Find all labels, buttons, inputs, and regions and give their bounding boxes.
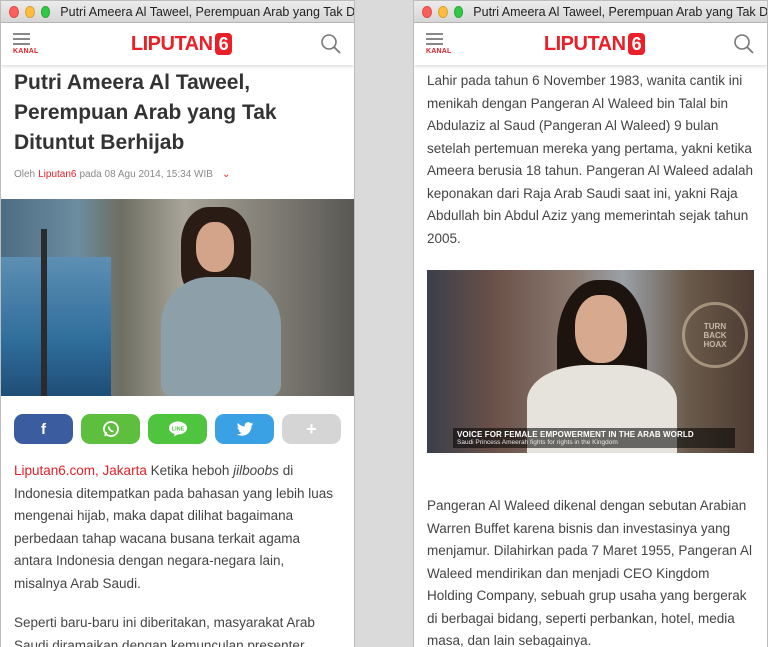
window-titlebar[interactable]: Putri Ameera Al Taweel, Perempuan Arab y…: [414, 1, 767, 23]
article-paragraph-2: Seperti baru-baru ini diberitakan, masya…: [14, 615, 315, 647]
byline-author-link[interactable]: Liputan6: [38, 169, 76, 180]
lead-text-continued: di Indonesia ditempatkan pada bahasan ya…: [14, 463, 333, 591]
liputan6-logo[interactable]: LIPUTAN 6: [130, 32, 233, 56]
logo-text: LIPUTAN: [543, 32, 626, 55]
article-video-still-image: TURN BACK HOAX VOICE FOR FEMALE EMPOWERMEN…: [427, 270, 754, 453]
article-headline: Putri Ameera Al Taweel, Perempuan Arab y…: [14, 71, 277, 154]
right-browser-window: Putri Ameera Al Taweel, Perempuan Arab y…: [413, 0, 768, 647]
logo-number: 6: [627, 33, 646, 55]
article-byline: Oleh Liputan6 pada 08 Agu 2014, 15:34 WI…: [14, 169, 341, 180]
article-paragraph-birth: Lahir pada tahun 6 November 1983, wanita…: [427, 73, 753, 246]
site-header: KANAL LIPUTAN 6: [1, 23, 354, 65]
caption-title: VOICE FOR FEMALE EMPOWERMENT IN THE ARAB…: [457, 430, 694, 439]
logo-number: 6: [214, 33, 233, 55]
minimize-window-button[interactable]: [437, 5, 448, 18]
line-icon: LINE: [168, 421, 187, 437]
chevron-down-icon[interactable]: ⌄: [222, 169, 230, 180]
whatsapp-share-button[interactable]: [81, 414, 140, 444]
lead-text: Ketika heboh: [146, 463, 234, 478]
byline-date: pada 08 Agu 2014, 15:34 WIB: [79, 169, 213, 180]
zoom-window-button[interactable]: [453, 5, 464, 18]
window-titlebar[interactable]: Putri Ameera Al Taweel, Perempuan Arab y…: [1, 1, 354, 23]
liputan6-logo[interactable]: LIPUTAN 6: [543, 32, 646, 56]
hamburger-icon: [426, 33, 443, 48]
dateline-link[interactable]: Liputan6.com, Jakarta: [14, 463, 147, 478]
share-bar: f LINE +: [1, 414, 354, 444]
window-title: Putri Ameera Al Taweel, Perempuan Arab y…: [473, 4, 767, 19]
left-browser-window: Putri Ameera Al Taweel, Perempuan Arab y…: [0, 0, 355, 647]
kanal-menu-button[interactable]: KANAL: [426, 33, 456, 55]
zoom-window-button[interactable]: [40, 5, 51, 18]
article-hero-image: [1, 199, 354, 396]
kanal-label: KANAL: [13, 48, 39, 55]
plus-icon: +: [306, 418, 317, 439]
article-lead-paragraph: Liputan6.com, Jakarta Ketika heboh jilbo…: [14, 460, 341, 595]
search-icon[interactable]: [733, 33, 755, 55]
facebook-icon: f: [41, 420, 46, 438]
close-window-button[interactable]: [9, 5, 19, 18]
close-window-button[interactable]: [422, 5, 432, 18]
facebook-share-button[interactable]: f: [14, 414, 73, 444]
turn-back-hoax-watermark: TURN BACK HOAX: [682, 302, 748, 368]
svg-text:LINE: LINE: [171, 426, 184, 432]
window-title: Putri Ameera Al Taweel, Perempuan Arab y…: [60, 4, 354, 19]
caption-subtitle: Saudi Princess Ameerah fights for rights…: [457, 439, 618, 446]
minimize-window-button[interactable]: [24, 5, 35, 18]
whatsapp-icon: [102, 421, 119, 437]
article-header: Putri Ameera Al Taweel, Perempuan Arab y…: [1, 68, 354, 180]
kanal-label: KANAL: [426, 48, 452, 55]
search-icon[interactable]: [320, 33, 342, 55]
site-header: KANAL LIPUTAN 6: [414, 23, 767, 65]
article-paragraph-waleed: Pangeran Al Waleed dikenal dengan sebuta…: [427, 498, 752, 647]
logo-text: LIPUTAN: [130, 32, 213, 55]
line-share-button[interactable]: LINE: [148, 414, 207, 444]
byline-prefix: Oleh: [14, 169, 36, 180]
hamburger-icon: [13, 33, 30, 48]
twitter-icon: [236, 421, 253, 436]
twitter-share-button[interactable]: [215, 414, 274, 444]
lead-italic-term: jilboobs: [233, 463, 279, 478]
more-share-button[interactable]: +: [282, 414, 341, 444]
video-caption: VOICE FOR FEMALE EMPOWERMENT IN THE ARAB…: [453, 428, 735, 448]
kanal-menu-button[interactable]: KANAL: [13, 33, 43, 55]
